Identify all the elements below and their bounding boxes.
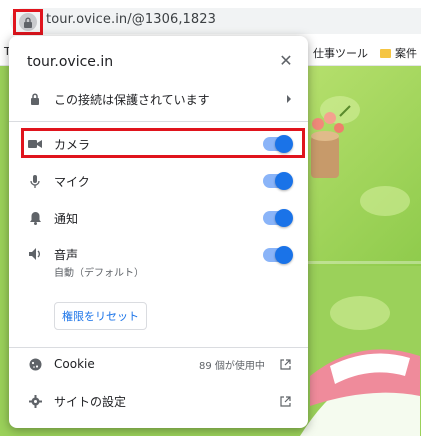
cookie-label: Cookie (54, 357, 95, 371)
notifications-toggle[interactable] (263, 209, 293, 227)
lock-icon (19, 13, 37, 31)
flower-pot (311, 136, 339, 178)
microphone-icon (27, 173, 43, 189)
address-bar: tour.ovice.in/@1306,1823 (0, 0, 421, 40)
permission-row-notifications[interactable]: 通知 (9, 202, 308, 234)
cookie-icon (27, 356, 43, 372)
bell-icon (27, 210, 43, 226)
microphone-toggle[interactable] (263, 172, 293, 190)
reset-permissions-button[interactable]: 権限をリセット (54, 302, 147, 330)
flower (324, 112, 336, 124)
camera-toggle[interactable] (263, 135, 293, 153)
cookie-row[interactable]: Cookie 89 個が使用中 (9, 348, 308, 380)
url-text[interactable]: tour.ovice.in/@1306,1823 (46, 12, 216, 27)
flower (334, 123, 344, 133)
lock-icon (27, 91, 43, 107)
sound-toggle[interactable] (263, 246, 293, 264)
permission-row-sound[interactable]: 音声 自動（デフォルト） (9, 238, 308, 282)
folder-icon (380, 48, 391, 58)
camera-icon (27, 136, 43, 152)
gear-icon (27, 393, 43, 409)
chevron-right-icon (284, 94, 294, 104)
permission-label: マイク (54, 174, 90, 189)
site-settings-label: サイトの設定 (54, 394, 127, 409)
permission-row-camera[interactable]: カメラ (9, 128, 308, 160)
popup-title: tour.ovice.in (27, 54, 114, 70)
external-link-icon[interactable] (279, 358, 291, 370)
toggle-knob (275, 172, 293, 190)
connection-label: この接続は保護されています (54, 92, 210, 107)
site-settings-row[interactable]: サイトの設定 (9, 385, 308, 417)
speaker-icon (27, 246, 43, 262)
site-info-popup: tour.ovice.in ✕ この接続は保護されています カメラ マイク 通知 (9, 36, 308, 428)
close-icon[interactable]: ✕ (277, 52, 295, 70)
site-info-button[interactable] (13, 9, 43, 35)
permission-label: カメラ (54, 137, 91, 152)
flower-pot-rim (311, 131, 339, 141)
permission-label: 音声 (54, 248, 79, 262)
cookie-usage: 89 個が使用中 (199, 360, 265, 372)
bookmark-label: 案件 (395, 47, 417, 60)
bookmark-label: 仕事ツール (313, 47, 368, 60)
connection-security-row[interactable]: この接続は保護されています (9, 83, 308, 115)
permission-row-microphone[interactable]: マイク (9, 165, 308, 197)
permission-label: 通知 (54, 211, 79, 226)
bookmark-item[interactable]: 仕事ツール (313, 45, 368, 61)
toggle-knob (275, 209, 293, 227)
bookmark-folder[interactable]: 案件 (380, 45, 417, 61)
toggle-knob (275, 135, 293, 153)
permission-sublabel: 自動（デフォルト） (54, 268, 144, 279)
external-link-icon[interactable] (279, 395, 291, 407)
toggle-knob (275, 246, 293, 264)
divider (9, 121, 308, 122)
flower (312, 118, 324, 130)
flower-stem (339, 105, 351, 117)
